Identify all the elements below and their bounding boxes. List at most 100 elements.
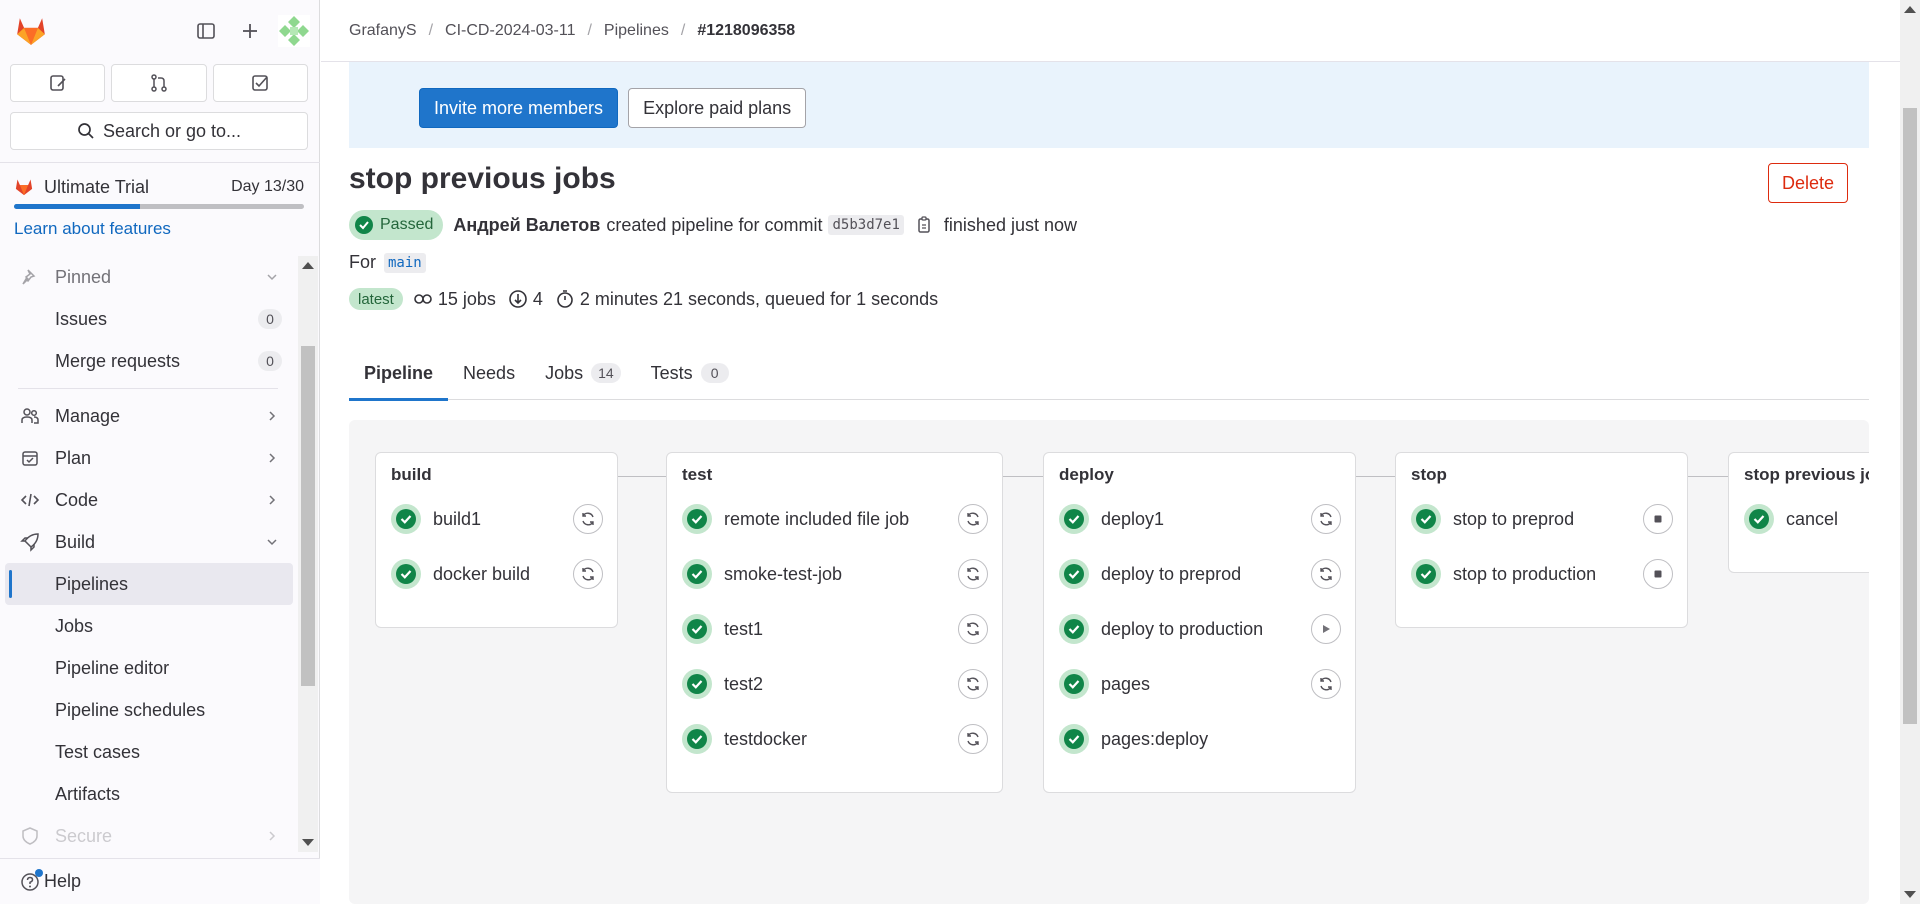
scrollbar-thumb[interactable]: [301, 346, 315, 686]
retry-button[interactable]: [1311, 559, 1341, 589]
retry-button[interactable]: [958, 669, 988, 699]
success-status-icon[interactable]: [682, 504, 712, 534]
job-item[interactable]: stop to preprod: [1411, 502, 1574, 536]
scroll-up-arrow[interactable]: [302, 262, 314, 269]
scroll-up-arrow[interactable]: [1904, 6, 1916, 13]
job-name[interactable]: smoke-test-job: [724, 564, 842, 585]
job-name[interactable]: deploy to production: [1101, 619, 1263, 640]
success-status-icon[interactable]: [1059, 614, 1089, 644]
issues-shortcut-button[interactable]: [10, 64, 106, 102]
tab-needs[interactable]: Needs: [448, 346, 530, 400]
job-item[interactable]: deploy to preprod: [1059, 557, 1241, 591]
success-status-icon[interactable]: [1411, 559, 1441, 589]
sidebar-item-pipeline-schedules[interactable]: Pipeline schedules: [0, 689, 298, 731]
success-status-icon[interactable]: [1059, 724, 1089, 754]
plus-icon[interactable]: [234, 14, 266, 48]
job-item[interactable]: remote included file job: [682, 502, 909, 536]
success-status-icon[interactable]: [1059, 559, 1089, 589]
breadcrumb-item[interactable]: Pipelines: [604, 22, 669, 40]
learn-features-link[interactable]: Learn about features: [14, 219, 304, 239]
job-item[interactable]: testdocker: [682, 722, 807, 756]
sidebar-item-artifacts[interactable]: Artifacts: [0, 773, 298, 815]
job-item[interactable]: pages: [1059, 667, 1150, 701]
job-item[interactable]: cancel: [1744, 502, 1838, 536]
job-item[interactable]: smoke-test-job: [682, 557, 842, 591]
job-name[interactable]: testdocker: [724, 729, 807, 750]
success-status-icon[interactable]: [1059, 669, 1089, 699]
retry-button[interactable]: [1311, 504, 1341, 534]
success-status-icon[interactable]: [1744, 504, 1774, 534]
sidebar-item-code[interactable]: Code: [0, 479, 298, 521]
job-name[interactable]: test2: [724, 674, 763, 695]
tab-tests[interactable]: Tests 0: [636, 346, 744, 400]
job-item[interactable]: stop to production: [1411, 557, 1596, 591]
retry-button[interactable]: [1311, 669, 1341, 699]
merge-requests-shortcut-button[interactable]: [111, 64, 207, 102]
sidebar-scrollbar[interactable]: [298, 256, 318, 852]
retry-button[interactable]: [958, 504, 988, 534]
search-button[interactable]: Search or go to...: [10, 112, 308, 150]
tab-pipeline[interactable]: Pipeline: [349, 346, 449, 401]
breadcrumb-item[interactable]: GrafanyS: [349, 22, 417, 40]
success-status-icon[interactable]: [682, 559, 712, 589]
sidebar-item-manage[interactable]: Manage: [0, 395, 298, 437]
success-status-icon[interactable]: [391, 504, 421, 534]
sidebar-item-secure[interactable]: Secure: [0, 815, 298, 852]
retry-button[interactable]: [958, 559, 988, 589]
success-status-icon[interactable]: [1059, 504, 1089, 534]
job-item[interactable]: test2: [682, 667, 763, 701]
retry-button[interactable]: [573, 559, 603, 589]
page-scrollbar[interactable]: [1900, 0, 1920, 904]
job-item[interactable]: deploy to production: [1059, 612, 1263, 646]
job-name[interactable]: remote included file job: [724, 509, 909, 530]
todos-shortcut-button[interactable]: [212, 64, 308, 102]
breadcrumb-item[interactable]: CI-CD-2024-03-11: [445, 22, 575, 40]
job-name[interactable]: pages:deploy: [1101, 729, 1208, 750]
job-name[interactable]: cancel: [1786, 509, 1838, 530]
sidebar-item-issues[interactable]: Issues 0: [0, 298, 298, 340]
branch-link[interactable]: main: [384, 252, 426, 273]
scroll-down-arrow[interactable]: [1904, 891, 1916, 898]
job-name[interactable]: deploy to preprod: [1101, 564, 1241, 585]
job-item[interactable]: docker build: [391, 557, 530, 591]
sidebar-item-build[interactable]: Build: [0, 521, 298, 563]
sidebar-item-plan[interactable]: Plan: [0, 437, 298, 479]
job-name[interactable]: pages: [1101, 674, 1150, 695]
help-button[interactable]: Help: [0, 858, 320, 904]
trial-widget[interactable]: Ultimate Trial Day 13/30 Learn about fea…: [14, 174, 304, 239]
gitlab-logo-icon[interactable]: [14, 14, 48, 48]
success-status-icon[interactable]: [391, 559, 421, 589]
success-status-icon[interactable]: [682, 724, 712, 754]
commit-sha-link[interactable]: d5b3d7e1: [828, 215, 904, 235]
job-item[interactable]: test1: [682, 612, 763, 646]
retry-button[interactable]: [958, 614, 988, 644]
success-status-icon[interactable]: [682, 614, 712, 644]
job-item[interactable]: deploy1: [1059, 502, 1164, 536]
job-name[interactable]: stop to production: [1453, 564, 1596, 585]
job-name[interactable]: docker build: [433, 564, 530, 585]
author-link[interactable]: Андрей Валетов: [453, 215, 600, 236]
breadcrumb-current[interactable]: #1218096358: [697, 22, 795, 40]
status-badge[interactable]: Passed: [349, 210, 444, 240]
job-name[interactable]: build1: [433, 509, 481, 530]
scrollbar-thumb[interactable]: [1903, 108, 1917, 724]
play-button[interactable]: [1311, 614, 1341, 644]
stop-button[interactable]: [1643, 559, 1673, 589]
success-status-icon[interactable]: [1411, 504, 1441, 534]
explore-plans-button[interactable]: Explore paid plans: [628, 88, 807, 128]
sidebar-toggle-icon[interactable]: [190, 14, 222, 48]
delete-button[interactable]: Delete: [1767, 163, 1848, 203]
job-item[interactable]: build1: [391, 502, 481, 536]
retry-button[interactable]: [958, 724, 988, 754]
tab-jobs[interactable]: Jobs 14: [530, 346, 636, 400]
sidebar-item-pipeline-editor[interactable]: Pipeline editor: [0, 647, 298, 689]
job-name[interactable]: deploy1: [1101, 509, 1164, 530]
sidebar-item-pipelines[interactable]: Pipelines: [5, 563, 293, 605]
retry-button[interactable]: [573, 504, 603, 534]
job-name[interactable]: test1: [724, 619, 763, 640]
sidebar-item-test-cases[interactable]: Test cases: [0, 731, 298, 773]
pinned-section-toggle[interactable]: Pinned: [0, 256, 298, 298]
invite-members-button[interactable]: Invite more members: [419, 88, 619, 128]
job-item[interactable]: pages:deploy: [1059, 722, 1208, 756]
avatar[interactable]: [278, 14, 310, 48]
